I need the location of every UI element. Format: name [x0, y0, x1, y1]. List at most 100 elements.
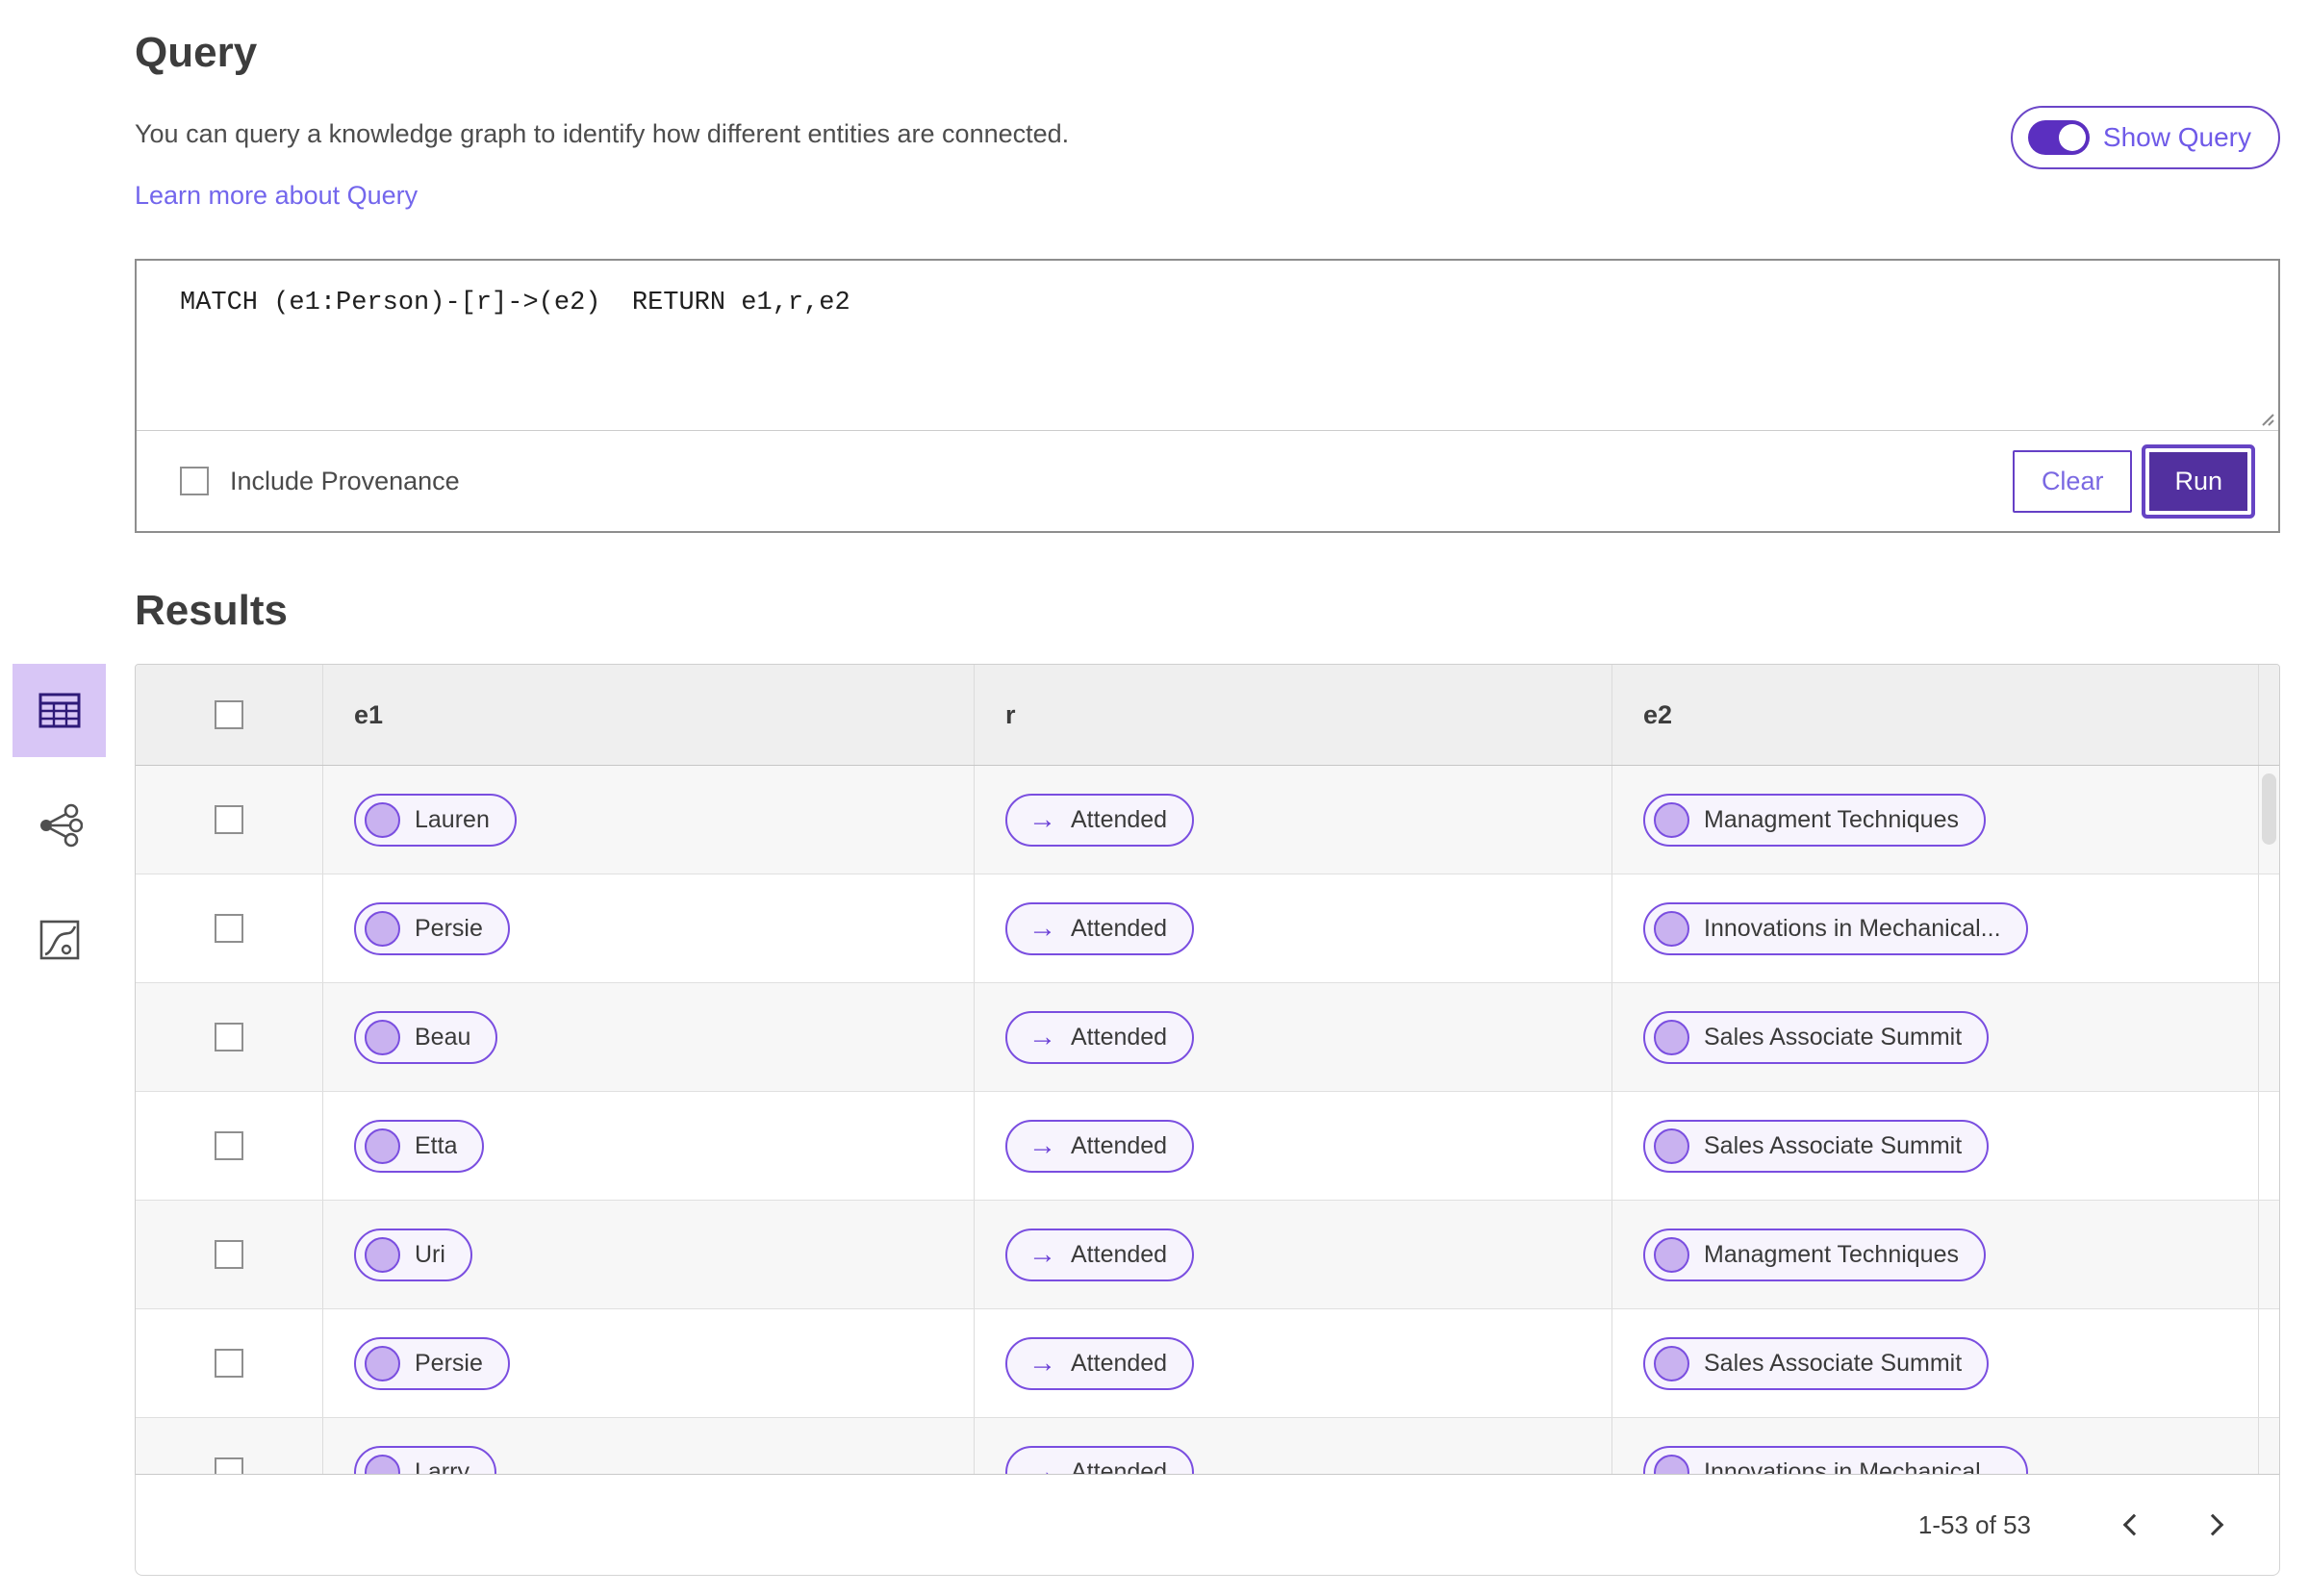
- show-query-toggle[interactable]: Show Query: [2010, 106, 2280, 169]
- relation-pill-label: Attended: [1071, 1240, 1168, 1268]
- cell-r: → Attended: [975, 1418, 1612, 1475]
- cell-e2: Managment Techniques: [1612, 766, 2259, 874]
- cell-e1: Beau: [323, 983, 975, 1091]
- row-scrollbar-cell: [2259, 983, 2279, 1091]
- cell-e1: Uri: [323, 1201, 975, 1308]
- entity-pill[interactable]: Sales Associate Summit: [1643, 1010, 1990, 1064]
- entity-pill[interactable]: Managment Techniques: [1643, 793, 1986, 847]
- relation-arrow-icon: →: [1028, 1347, 1056, 1379]
- cell-e1: Persie: [323, 1309, 975, 1417]
- entity-pill-label: Uri: [415, 1240, 445, 1268]
- entity-pill[interactable]: Uri: [354, 1228, 472, 1281]
- relation-pill[interactable]: → Attended: [1005, 793, 1195, 847]
- results-area: e1 r e2 Lauren → Attended Managment Tech…: [13, 664, 2280, 1576]
- table-header-row: e1 r e2: [136, 665, 2279, 766]
- header-checkbox-cell: [136, 665, 323, 765]
- table-view-button[interactable]: [13, 664, 106, 757]
- relation-pill[interactable]: → Attended: [1005, 1445, 1195, 1475]
- entity-pill[interactable]: Managment Techniques: [1643, 1228, 1986, 1281]
- row-checkbox[interactable]: [215, 914, 243, 943]
- row-scrollbar-cell: [2259, 1309, 2279, 1417]
- cell-r: → Attended: [975, 1092, 1612, 1200]
- row-checkbox-cell: [136, 1201, 323, 1308]
- show-query-label: Show Query: [2102, 122, 2251, 152]
- entity-pill-label: Lauren: [415, 805, 490, 833]
- entity-node-icon: [365, 1019, 400, 1055]
- table-icon: [38, 693, 80, 727]
- clear-button[interactable]: Clear: [2012, 449, 2133, 513]
- entity-pill[interactable]: Lauren: [354, 793, 517, 847]
- relation-pill[interactable]: → Attended: [1005, 901, 1195, 955]
- cell-e2: Managment Techniques: [1612, 1201, 2259, 1308]
- entity-pill[interactable]: Innovations in Mechanical...: [1643, 901, 2028, 955]
- query-page: Query You can query a knowledge graph to…: [0, 0, 2309, 1576]
- show-query-switch-track[interactable]: [2027, 120, 2090, 155]
- entity-node-icon: [1654, 1236, 1689, 1273]
- relation-pill-label: Attended: [1071, 1457, 1168, 1475]
- cell-r: → Attended: [975, 766, 1612, 874]
- entity-pill[interactable]: Sales Associate Summit: [1643, 1119, 1990, 1173]
- table-row: Persie → Attended Innovations in Mechani…: [136, 874, 2279, 983]
- row-checkbox-cell: [136, 874, 323, 982]
- entity-pill[interactable]: Larry: [354, 1445, 496, 1474]
- relation-pill-label: Attended: [1071, 1131, 1168, 1159]
- table-row: Uri → Attended Managment Techniques: [136, 1201, 2279, 1309]
- entity-node-icon: [1654, 1345, 1689, 1381]
- relation-pill[interactable]: → Attended: [1005, 1336, 1195, 1390]
- chevron-left-icon: [2122, 1513, 2145, 1536]
- entity-pill[interactable]: Persie: [354, 901, 510, 955]
- column-header-e1: e1: [323, 665, 975, 765]
- results-title: Results: [135, 587, 288, 634]
- run-button[interactable]: Run: [2145, 447, 2251, 515]
- entity-node-icon: [1654, 1127, 1689, 1164]
- row-checkbox[interactable]: [215, 1457, 243, 1474]
- cell-r: → Attended: [975, 1201, 1612, 1308]
- pagination-range-label: 1-53 of 53: [1917, 1509, 2031, 1539]
- previous-page-button[interactable]: [2112, 1506, 2150, 1544]
- chevron-right-icon: [2201, 1513, 2224, 1536]
- relation-pill[interactable]: → Attended: [1005, 1119, 1195, 1173]
- entity-pill[interactable]: Etta: [354, 1119, 485, 1173]
- row-checkbox-cell: [136, 766, 323, 874]
- resize-handle-icon[interactable]: [2257, 409, 2274, 426]
- graph-view-button[interactable]: [13, 778, 106, 872]
- include-provenance-checkbox[interactable]: [180, 467, 209, 495]
- relation-pill-label: Attended: [1071, 1349, 1168, 1377]
- view-switcher: [13, 664, 106, 986]
- relation-pill[interactable]: → Attended: [1005, 1010, 1195, 1064]
- relation-pill[interactable]: → Attended: [1005, 1228, 1195, 1281]
- query-input[interactable]: MATCH (e1:Person)-[r]->(e2) RETURN e1,r,…: [137, 261, 2278, 430]
- row-checkbox[interactable]: [215, 1023, 243, 1051]
- select-all-checkbox[interactable]: [215, 700, 243, 729]
- query-editor-wrap: MATCH (e1:Person)-[r]->(e2) RETURN e1,r,…: [137, 261, 2278, 431]
- cell-e2: Sales Associate Summit: [1612, 1309, 2259, 1417]
- entity-pill[interactable]: Beau: [354, 1010, 498, 1064]
- entity-pill-label: Innovations in Mechanical...: [1704, 914, 2001, 942]
- next-page-button[interactable]: [2196, 1506, 2235, 1544]
- relation-arrow-icon: →: [1028, 1456, 1056, 1475]
- row-scrollbar-cell: [2259, 874, 2279, 982]
- entity-node-icon: [365, 910, 400, 947]
- entity-pill[interactable]: Persie: [354, 1336, 510, 1390]
- row-checkbox-cell: [136, 1309, 323, 1417]
- entity-node-icon: [1654, 1019, 1689, 1055]
- entity-pill[interactable]: Innovations in Mechanical...: [1643, 1445, 2028, 1474]
- row-checkbox[interactable]: [215, 1131, 243, 1160]
- vertical-scrollbar-thumb[interactable]: [2262, 773, 2276, 845]
- pagination-bar: 1-53 of 53: [135, 1474, 2280, 1576]
- relation-arrow-icon: →: [1028, 1238, 1056, 1270]
- row-checkbox[interactable]: [215, 805, 243, 834]
- table-body: Lauren → Attended Managment Techniques P…: [136, 766, 2279, 1475]
- entity-pill-label: Beau: [415, 1023, 471, 1051]
- include-provenance-label: Include Provenance: [230, 466, 460, 495]
- entity-pill-label: Persie: [415, 1349, 483, 1377]
- fit-line-view-button[interactable]: [13, 893, 106, 986]
- learn-more-link[interactable]: Learn more about Query: [135, 181, 418, 211]
- entity-node-icon: [1654, 910, 1689, 947]
- entity-node-icon: [1654, 801, 1689, 838]
- cell-e2: Sales Associate Summit: [1612, 983, 2259, 1091]
- row-checkbox[interactable]: [215, 1349, 243, 1378]
- row-checkbox[interactable]: [215, 1240, 243, 1269]
- column-header-r: r: [975, 665, 1612, 765]
- entity-pill[interactable]: Sales Associate Summit: [1643, 1336, 1990, 1390]
